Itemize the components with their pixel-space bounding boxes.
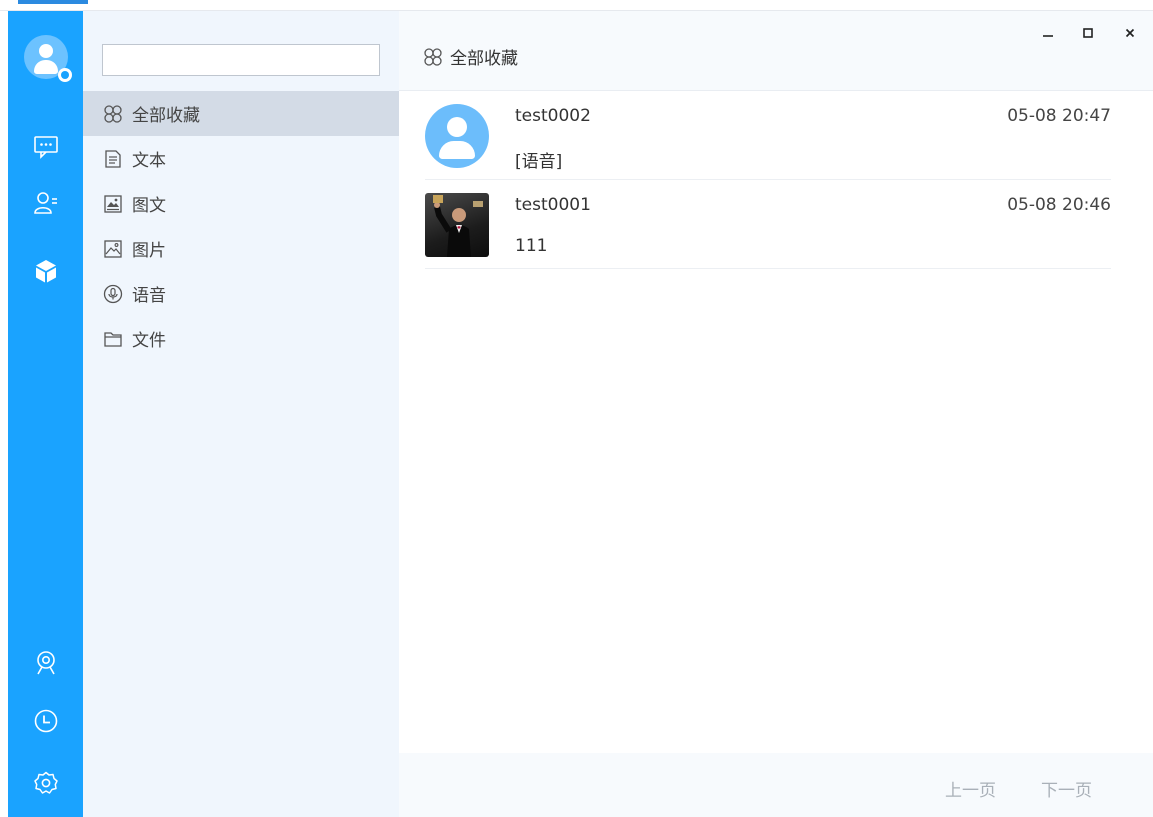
clock-icon[interactable] [32,707,60,735]
prev-page-button[interactable]: 上一页 [945,776,996,801]
nav-item-files[interactable]: 文件 [83,316,399,361]
minimize-button[interactable] [1036,21,1060,45]
favorites-list: test0002 [语音] 05-08 20:47 test0001 111 0 [425,91,1111,269]
tab-indicator [18,0,88,4]
category-nav: 全部收藏 文本 图文 图片 语音 文件 [83,91,399,361]
nav-item-label: 图文 [132,196,166,216]
nav-item-label: 文件 [132,331,166,351]
folder-icon [102,328,124,350]
user-avatar[interactable] [24,35,72,82]
all-favorites-icon [102,103,124,125]
voice-icon [102,283,124,305]
pager-footer: 上一页 下一页 [399,753,1153,817]
settings-icon[interactable] [32,769,60,797]
favorites-main-panel: 全部收藏 test0002 [语音] 05-08 20:47 test0001 … [399,11,1153,817]
next-page-button[interactable]: 下一页 [1041,776,1092,801]
search-input[interactable] [102,44,380,76]
close-button[interactable] [1118,21,1142,45]
item-message: 111 [515,236,548,256]
nav-item-label: 语音 [132,286,166,306]
app-rail [8,11,83,817]
online-status-icon [58,68,72,82]
photo-avatar [425,193,489,257]
list-item[interactable]: test0001 111 05-08 20:46 [425,180,1111,269]
panel-header: 全部收藏 [399,11,1153,91]
item-sender: test0002 [515,106,591,126]
camera-icon[interactable] [32,649,60,677]
favorites-sidebar: 全部收藏 文本 图文 图片 语音 文件 [83,11,399,817]
nav-item-label: 图片 [132,241,166,261]
picture-icon [102,238,124,260]
page-title-text: 全部收藏 [450,49,518,69]
contacts-icon[interactable] [32,189,60,217]
nav-item-image-text[interactable]: 图文 [83,181,399,226]
favorites-cube-icon[interactable] [32,257,60,285]
nav-item-voice[interactable]: 语音 [83,271,399,316]
page-title: 全部收藏 [423,44,518,69]
nav-item-all[interactable]: 全部收藏 [83,91,399,136]
nav-item-label: 全部收藏 [132,106,200,126]
chat-icon[interactable] [32,133,60,161]
nav-item-pictures[interactable]: 图片 [83,226,399,271]
image-text-icon [102,193,124,215]
maximize-button[interactable] [1076,21,1100,45]
item-time: 05-08 20:46 [1007,195,1111,215]
all-favorites-icon [423,46,445,68]
item-message: [语音] [515,152,563,172]
nav-item-text[interactable]: 文本 [83,136,399,181]
item-sender: test0001 [515,195,591,215]
text-doc-icon [102,148,124,170]
title-strip [0,0,1153,11]
default-avatar [425,104,489,168]
nav-item-label: 文本 [132,151,166,171]
list-item[interactable]: test0002 [语音] 05-08 20:47 [425,91,1111,180]
item-time: 05-08 20:47 [1007,106,1111,126]
